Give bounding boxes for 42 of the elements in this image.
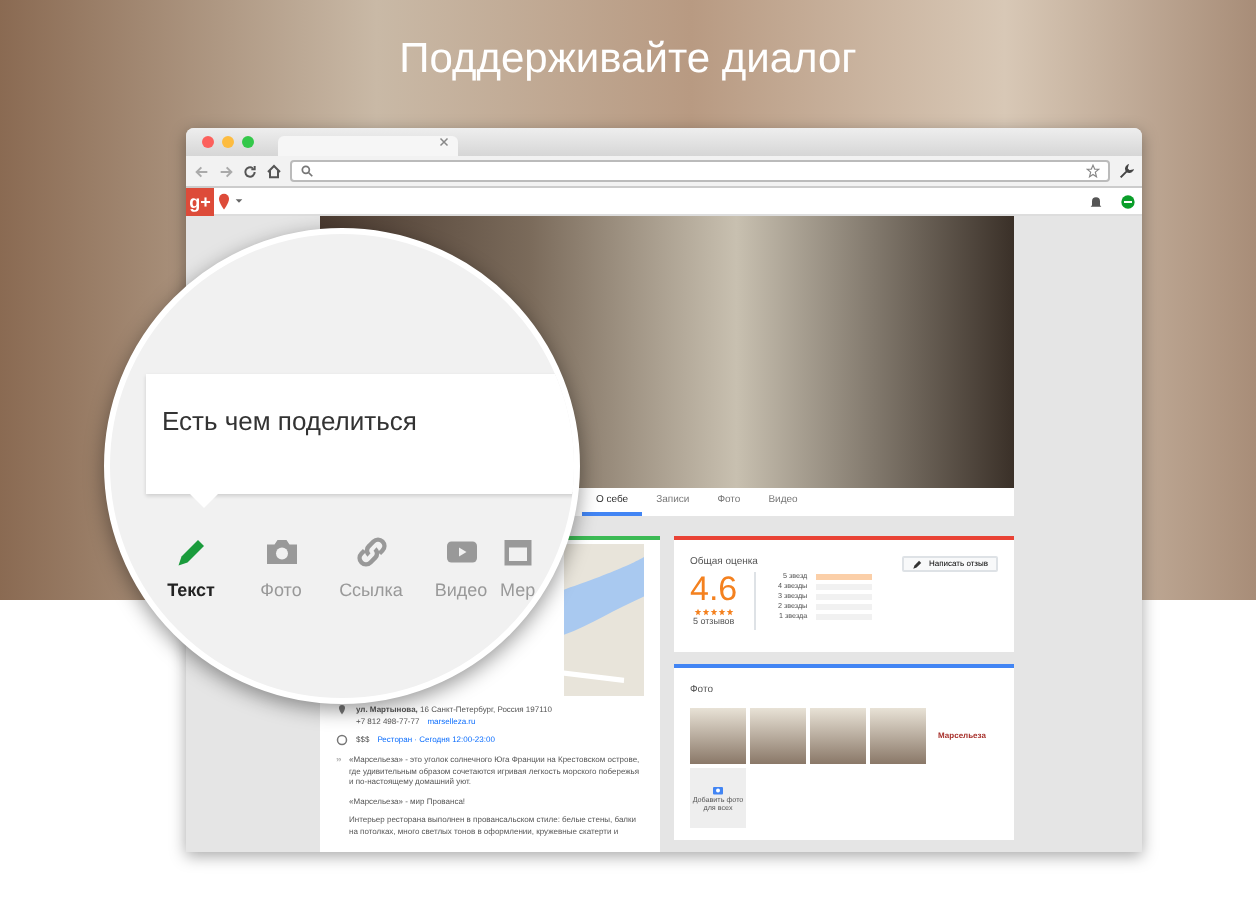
clock-icon <box>336 734 348 746</box>
window-control-dot <box>222 136 234 148</box>
window-control-dot <box>202 136 214 148</box>
reload-icon[interactable] <box>242 163 258 179</box>
pencil-icon <box>173 534 209 570</box>
photo-placeholder <box>750 707 806 763</box>
search-icon <box>300 164 314 178</box>
photo-placeholder <box>870 707 926 763</box>
close-icon[interactable] <box>438 136 450 148</box>
home-icon[interactable] <box>266 163 282 179</box>
post-type-label: Текст <box>167 578 215 604</box>
photo-placeholder <box>690 707 746 763</box>
post-type-label: Фото <box>260 578 302 604</box>
link-icon <box>353 534 389 570</box>
forward-icon[interactable] <box>218 163 234 179</box>
photo-placeholder <box>810 707 866 763</box>
post-type-tab[interactable]: Фото <box>236 534 326 605</box>
pencil-icon <box>911 559 922 569</box>
rating-score: 4.6 <box>690 572 738 608</box>
window-control-dot <box>242 136 254 148</box>
address-field[interactable] <box>290 160 1110 182</box>
camera-icon <box>263 534 299 570</box>
caret-icon[interactable] <box>234 196 244 206</box>
logo[interactable]: g+ <box>186 187 214 215</box>
post-type-tab[interactable]: Мер <box>500 534 574 605</box>
post-type-label: Ссылка <box>339 578 403 604</box>
post-type-label: Мер <box>500 578 536 604</box>
camera-icon <box>712 783 724 795</box>
post-field[interactable]: Есть чем поделиться <box>146 374 574 494</box>
pointer-icon <box>190 494 218 508</box>
location-pin-icon <box>336 704 348 716</box>
location-pin-icon[interactable] <box>214 191 234 211</box>
back-icon[interactable] <box>194 163 210 179</box>
post-type-tab[interactable]: Ссылка <box>326 534 416 605</box>
post-type-label: Видео <box>434 578 488 604</box>
star-icon[interactable] <box>1086 164 1100 178</box>
post-type-tab[interactable]: Текст <box>146 534 236 605</box>
status-circle-icon[interactable] <box>1120 193 1136 209</box>
wrench-icon[interactable] <box>1118 163 1134 179</box>
calendar-icon <box>500 534 536 570</box>
bell-icon[interactable] <box>1088 193 1104 209</box>
headline: Поддерживайте диалог <box>397 34 859 86</box>
